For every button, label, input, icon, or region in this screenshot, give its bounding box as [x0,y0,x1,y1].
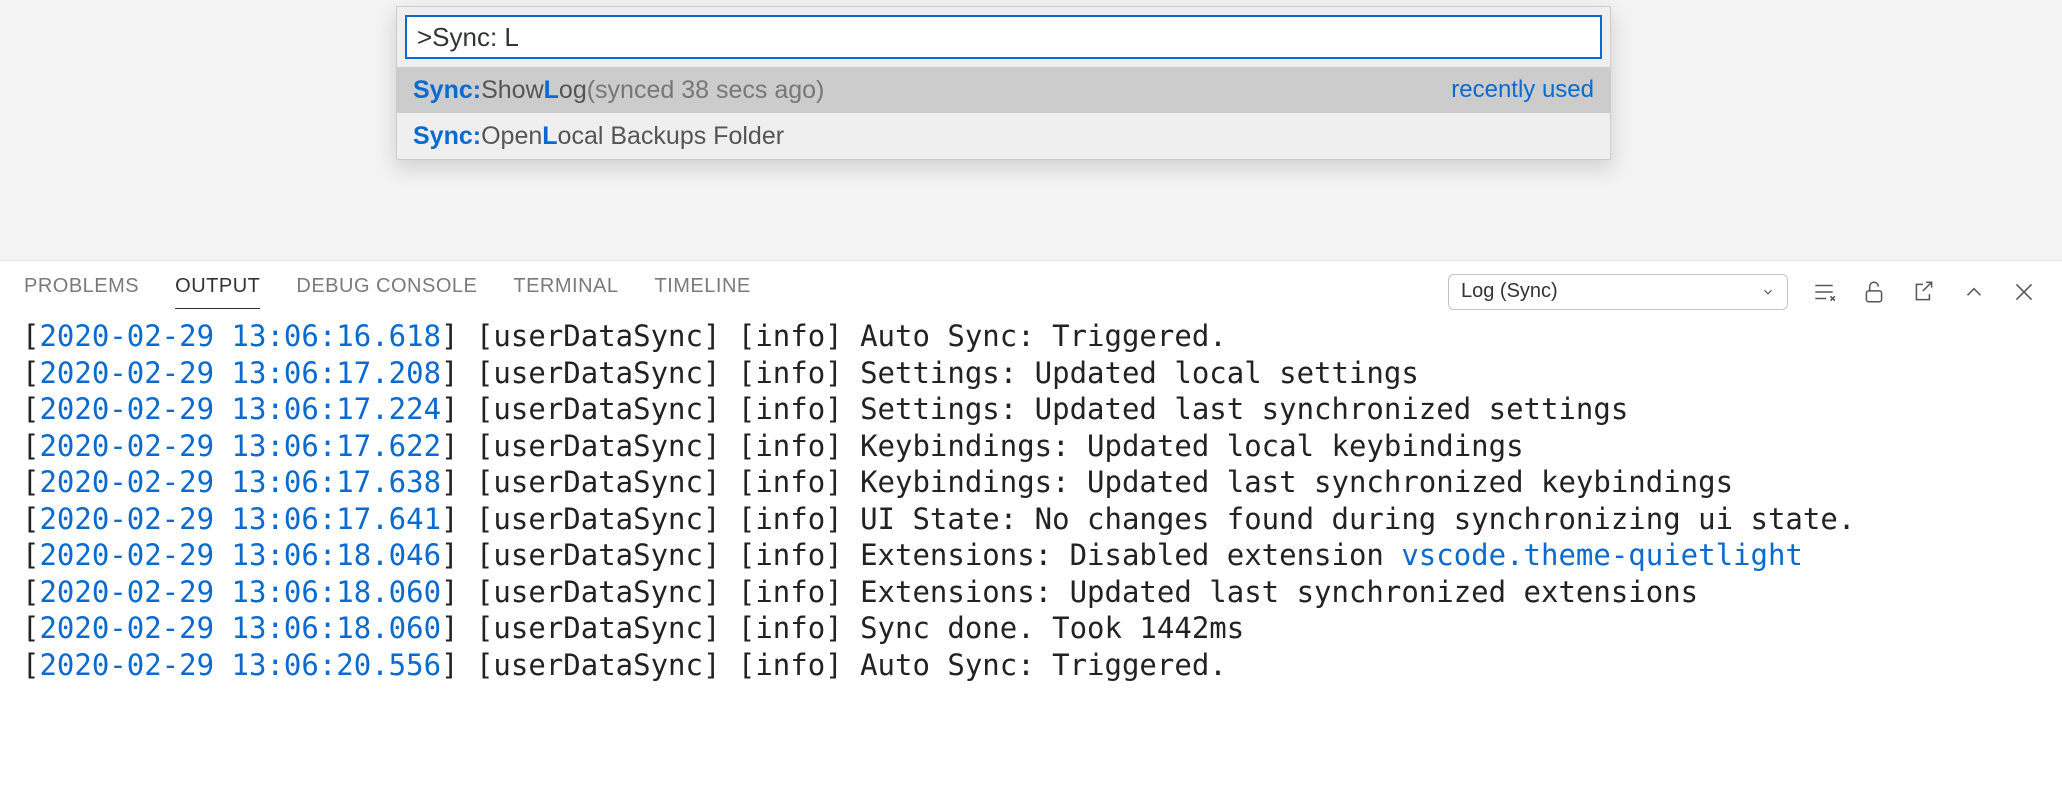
command-palette-list: Sync: Show Log (synced 38 secs ago) recen… [397,67,1610,159]
panel-maximize-button[interactable] [1960,278,1988,306]
command-palette-input-wrap [397,7,1610,67]
panel-close-button[interactable] [2010,278,2038,306]
log-line: [2020-02-29 13:06:17.641] [userDataSync]… [22,501,2040,538]
tab-output[interactable]: OUTPUT [175,275,260,309]
log-line: [2020-02-29 13:06:17.638] [userDataSync]… [22,464,2040,501]
log-line: [2020-02-29 13:06:18.046] [userDataSync]… [22,537,2040,574]
command-palette: Sync: Show Log (synced 38 secs ago) recen… [396,6,1611,160]
close-icon [2011,279,2037,305]
panel-header: PROBLEMS OUTPUT DEBUG CONSOLE TERMINAL TIMEL… [0,260,2062,312]
unlock-icon [1861,279,1887,305]
output-log[interactable]: [2020-02-29 13:06:16.618] [userDataSync]… [0,312,2062,689]
lock-scroll-button[interactable] [1860,278,1888,306]
log-line: [2020-02-29 13:06:17.224] [userDataSync]… [22,391,2040,428]
log-line: [2020-02-29 13:06:18.060] [userDataSync]… [22,574,2040,611]
output-channel-select[interactable]: Log (Sync) [1448,274,1788,310]
chevron-down-icon [1761,285,1775,299]
tab-debug-console[interactable]: DEBUG CONSOLE [296,275,477,308]
clear-output-button[interactable] [1810,278,1838,306]
go-to-file-icon [1911,279,1937,305]
tab-problems[interactable]: PROBLEMS [24,275,139,308]
tab-timeline[interactable]: TIMELINE [654,275,750,308]
tab-terminal[interactable]: TERMINAL [513,275,618,308]
log-line: [2020-02-29 13:06:17.208] [userDataSync]… [22,355,2040,392]
open-log-file-button[interactable] [1910,278,1938,306]
palette-item-0[interactable]: Sync: Show Log (synced 38 secs ago) recen… [397,67,1610,113]
chevron-up-icon [1961,279,1987,305]
log-line: [2020-02-29 13:06:20.556] [userDataSync]… [22,647,2040,684]
panel-actions: Log (Sync) [1448,274,2038,310]
bottom-panel: PROBLEMS OUTPUT DEBUG CONSOLE TERMINAL TIMEL… [0,260,2062,689]
command-palette-input[interactable] [405,15,1602,59]
palette-item-label: Sync: Open Local Backups Folder [413,122,784,151]
log-line: [2020-02-29 13:06:16.618] [userDataSync]… [22,318,2040,355]
panel-tabs: PROBLEMS OUTPUT DEBUG CONSOLE TERMINAL TIMEL… [24,275,751,309]
output-channel-label: Log (Sync) [1461,280,1558,303]
palette-item-1[interactable]: Sync: Open Local Backups Folder [397,113,1610,159]
palette-item-hint: recently used [1451,76,1594,104]
palette-item-label: Sync: Show Log (synced 38 secs ago) [413,76,824,105]
log-line: [2020-02-29 13:06:18.060] [userDataSync]… [22,610,2040,647]
clear-icon [1811,279,1837,305]
editor-background: Sync: Show Log (synced 38 secs ago) recen… [0,0,2062,260]
log-line: [2020-02-29 13:06:17.622] [userDataSync]… [22,428,2040,465]
